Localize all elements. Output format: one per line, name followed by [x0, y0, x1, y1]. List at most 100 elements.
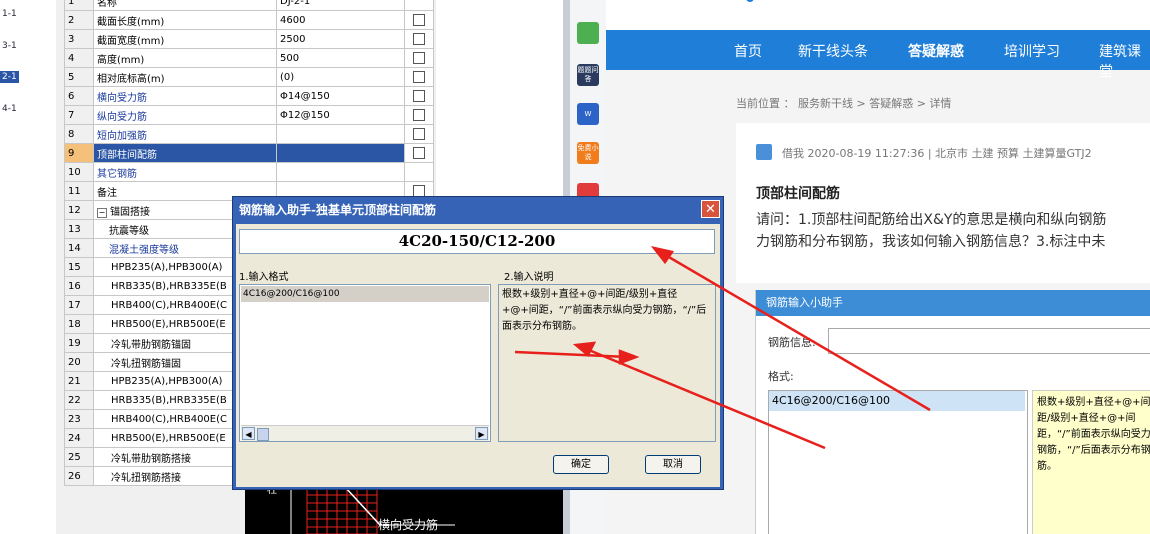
row-number: 3 [64, 29, 94, 49]
row-number: 24 [64, 428, 94, 448]
property-name-text: HRB335(B),HRB335E(B [111, 280, 227, 292]
free-icon[interactable]: 免费小说 [577, 142, 599, 164]
drawing-graphic: 横向受力筋 柱 [245, 487, 565, 534]
attach-checkbox-cell [404, 10, 434, 30]
attach-checkbox[interactable] [413, 109, 425, 121]
property-row[interactable]: 3 截面宽度(mm) 2500 [64, 29, 434, 49]
floor-item[interactable]: 3-1 [0, 40, 19, 52]
helper-rebar-input[interactable] [828, 328, 1150, 354]
row-number: 5 [64, 67, 94, 87]
cancel-button[interactable]: 取消 [645, 455, 701, 474]
property-value[interactable] [276, 124, 405, 144]
property-name-text: HRB500(E),HRB500E(E [111, 432, 226, 444]
row-number: 2 [64, 10, 94, 30]
property-value[interactable]: 4600 [276, 10, 405, 30]
attach-checkbox[interactable] [413, 90, 425, 102]
row-number: 1 [64, 0, 94, 11]
row-number: 26 [64, 466, 94, 486]
word-icon[interactable]: W [577, 103, 599, 125]
row-number: 18 [64, 314, 94, 334]
property-row[interactable]: 7 纵向受力筋 Φ12@150 [64, 105, 434, 125]
property-row[interactable]: 2 截面长度(mm) 4600 [64, 10, 434, 30]
floor-list: 1-1 3-1 2-1 4-1 [0, 0, 57, 534]
property-name: 截面宽度(mm) [93, 29, 277, 49]
attach-checkbox[interactable] [413, 52, 425, 64]
property-name: 顶部柱间配筋 [93, 143, 277, 163]
scroll-thumb[interactable] [257, 428, 269, 441]
row-number: 6 [64, 86, 94, 106]
property-value[interactable]: Φ12@150 [276, 105, 405, 125]
dot-icon [746, 0, 754, 2]
format-label: 1.输入格式 [239, 272, 289, 283]
property-name-text: 横向受力筋 [97, 92, 147, 104]
format-list[interactable]: 4C16@200/C16@100 ◀ ▶ [239, 284, 491, 442]
attach-checkbox[interactable] [413, 71, 425, 83]
property-value[interactable] [276, 143, 405, 163]
row-number: 20 [64, 352, 94, 372]
property-name: 其它钢筋 [93, 162, 277, 182]
attach-checkbox-cell [404, 86, 434, 106]
property-name-text: HRB500(E),HRB500E(E [111, 318, 226, 330]
rebar-input-field[interactable]: 4C20-150/C12-200 [239, 229, 715, 254]
property-value[interactable]: DJ-2-1 [276, 0, 405, 11]
property-row[interactable]: 9 顶部柱间配筋 [64, 143, 434, 163]
drawing-canvas[interactable]: 横向受力筋 柱 [245, 487, 565, 534]
property-name: 名称 [93, 0, 277, 11]
close-icon[interactable]: ✕ [701, 200, 720, 218]
floor-item[interactable]: 1-1 [0, 8, 19, 20]
nav-item[interactable]: 建筑课堂 [1099, 41, 1150, 81]
helper-format-item[interactable]: 4C16@200/C16@100 [769, 391, 1025, 411]
question-line-1: 请问：1.顶部柱间配筋给出X&Y的意思是横向和纵向钢筋 [756, 212, 1107, 228]
property-name-text: 纵向受力筋 [97, 111, 147, 123]
horizontal-scrollbar[interactable]: ◀ ▶ [241, 425, 489, 441]
rebar-helper-panel: 钢筋输入小助手 钢筋信息: 格式: 4C16@200/C16@100 根数+级别… [755, 290, 1150, 534]
scroll-left-icon[interactable]: ◀ [242, 427, 255, 440]
floor-item[interactable]: 4-1 [0, 103, 19, 115]
row-number: 9 [64, 143, 94, 163]
property-value[interactable]: Φ14@150 [276, 86, 405, 106]
property-row[interactable]: 5 相对底标高(m) (0) [64, 67, 434, 87]
attach-checkbox-cell [404, 124, 434, 144]
collapse-icon[interactable]: − [97, 207, 107, 218]
scroll-right-icon[interactable]: ▶ [475, 427, 488, 440]
helper-format-list[interactable]: 4C16@200/C16@100 [768, 390, 1028, 534]
row-number: 10 [64, 162, 94, 182]
property-name-text: 冷轧带肋钢筋搭接 [111, 453, 191, 465]
rebar-input-dialog: 钢筋输入助手-独基单元顶部柱间配筋 ✕ 4C20-150/C12-200 1.输… [232, 196, 724, 490]
property-row[interactable]: 10 其它钢筋 [64, 162, 434, 182]
ok-button[interactable]: 确定 [553, 455, 609, 474]
top-bar [606, 0, 1150, 30]
property-value[interactable]: 2500 [276, 29, 405, 49]
nav-item[interactable]: 培训学习 [1004, 41, 1060, 61]
attach-checkbox[interactable] [413, 128, 425, 140]
property-row[interactable]: 6 横向受力筋 Φ14@150 [64, 86, 434, 106]
format-list-item[interactable]: 4C16@200/C16@100 [241, 286, 489, 302]
attach-checkbox[interactable] [413, 147, 425, 159]
row-number: 14 [64, 238, 94, 258]
floor-item[interactable]: 2-1 [0, 71, 19, 83]
property-name-text: 锚固搭接 [110, 206, 150, 218]
nav-item[interactable]: 答疑解惑 [908, 41, 964, 61]
row-number: 7 [64, 105, 94, 125]
row-number: 15 [64, 257, 94, 277]
row-number: 23 [64, 409, 94, 429]
property-name-text: 高度(mm) [97, 54, 145, 66]
property-row[interactable]: 4 高度(mm) 500 [64, 48, 434, 68]
property-value[interactable] [276, 162, 405, 182]
nav-item[interactable]: 新干线头条 [798, 41, 868, 61]
attach-checkbox[interactable] [413, 14, 425, 26]
property-value[interactable]: 500 [276, 48, 405, 68]
property-name-text: HPB235(A),HPB300(A) [111, 375, 223, 387]
property-name-text: 短向加强筋 [97, 130, 147, 142]
property-row[interactable]: 1 名称 DJ-2-1 [64, 0, 434, 11]
property-row[interactable]: 8 短向加强筋 [64, 124, 434, 144]
attach-checkbox[interactable] [413, 33, 425, 45]
attach-checkbox-cell [404, 143, 434, 163]
dialog-body: 4C20-150/C12-200 1.输入格式 2.输入说明 4C16@200/… [236, 224, 720, 487]
qa-icon[interactable]: 题题问答 [577, 64, 599, 86]
property-value[interactable]: (0) [276, 67, 405, 87]
helper-format-label: 格式: [768, 370, 794, 383]
nav-item[interactable]: 首页 [734, 41, 762, 61]
property-name-text: 相对底标高(m) [97, 73, 165, 85]
mail-icon[interactable] [577, 22, 599, 44]
